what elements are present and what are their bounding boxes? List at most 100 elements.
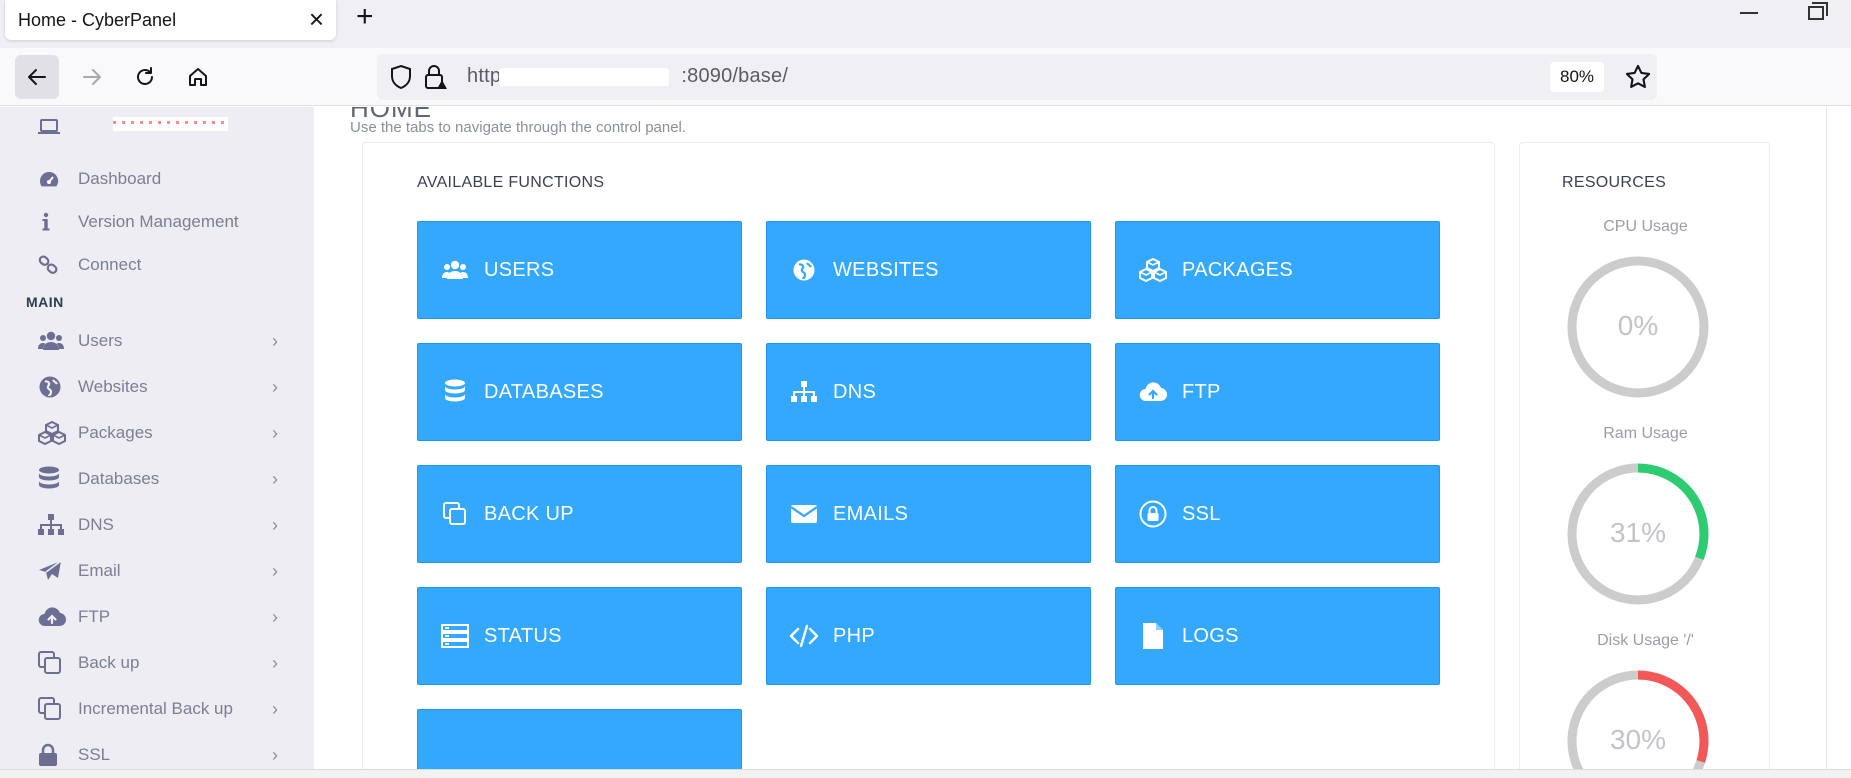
link-icon [38, 254, 66, 276]
function-tile-users[interactable]: USERS [417, 221, 742, 319]
sidebar-item-dashboard[interactable]: Dashboard [38, 159, 278, 199]
status-strip [0, 769, 1851, 778]
tab-close-icon[interactable]: × [309, 6, 324, 32]
users-icon [38, 330, 66, 352]
sidebar-item-databases[interactable]: Databases › [38, 459, 278, 499]
clone-icon [38, 651, 66, 674]
chevron-right-icon: › [272, 745, 278, 765]
function-tile-label: USERS [484, 258, 555, 281]
function-tile-label: BACK UP [484, 502, 574, 525]
sidebar: Dashboard Version Management Connect MAI… [0, 107, 314, 769]
function-tile-ftp[interactable]: FTP [1115, 343, 1440, 441]
sidebar-item-ssl[interactable]: SSL › [38, 735, 278, 769]
chevron-right-icon: › [272, 377, 278, 397]
sidebar-item-websites[interactable]: Websites › [38, 367, 278, 407]
cloud-upload-icon [38, 606, 66, 628]
usage-gauge: 31% [1564, 460, 1712, 608]
sidebar-item-users[interactable]: Users › [38, 321, 278, 361]
reload-button[interactable] [123, 55, 167, 99]
function-tile-status[interactable]: STATUS [417, 587, 742, 685]
clone-icon [440, 499, 470, 529]
function-tile-ssl[interactable]: SSL [1115, 465, 1440, 563]
function-tile-emails[interactable]: EMAILS [766, 465, 1091, 563]
cubes-icon [1138, 255, 1168, 285]
function-tile-websites[interactable]: WEBSITES [766, 221, 1091, 319]
laptop-icon [38, 116, 66, 138]
function-tile-databases[interactable]: DATABASES [417, 343, 742, 441]
function-tile-label: STATUS [484, 624, 562, 647]
window-minimize-icon[interactable] [1740, 12, 1758, 14]
sidebar-item-version-management[interactable]: Version Management [38, 202, 278, 242]
reload-icon [137, 67, 153, 85]
sidebar-item-email[interactable]: Email › [38, 551, 278, 591]
chevron-right-icon: › [272, 331, 278, 351]
chevron-right-icon: › [272, 561, 278, 581]
function-tile-php[interactable]: PHP [766, 587, 1091, 685]
arrow-right-icon [83, 69, 101, 85]
function-tile-dns[interactable]: DNS [766, 343, 1091, 441]
tab-title: Home - CyberPanel [18, 9, 177, 30]
bookmark-star-icon[interactable] [1624, 63, 1652, 91]
function-tile-label: SSL [1182, 502, 1221, 525]
chevron-right-icon: › [272, 699, 278, 719]
function-tile-logs[interactable]: LOGS [1115, 587, 1440, 685]
sidebar-item-ftp[interactable]: FTP › [38, 597, 278, 637]
sidebar-item-label: Email [78, 561, 121, 580]
function-tile-packages[interactable]: PACKAGES [1115, 221, 1440, 319]
zoom-level-badge[interactable]: 80% [1550, 62, 1604, 92]
globe-icon [38, 376, 66, 398]
lock-icon [38, 743, 66, 766]
url-redaction [499, 68, 669, 86]
sitemap-icon [38, 514, 66, 536]
sitemap-icon [789, 377, 819, 407]
url-bar[interactable]: https:8090/base/ 80% [377, 54, 1657, 100]
home-icon [189, 68, 207, 86]
page-scrollbar[interactable] [1826, 107, 1851, 769]
resources-title: RESOURCES [1562, 174, 1667, 191]
database-icon [38, 466, 66, 490]
sidebar-item-label: Users [78, 331, 123, 350]
window-restore-icon[interactable] [1808, 2, 1828, 20]
function-tile-label: PACKAGES [1182, 258, 1293, 281]
browser-tab[interactable]: Home - CyberPanel × [5, 0, 336, 40]
username-redaction [113, 117, 228, 131]
sidebar-item-dns[interactable]: DNS › [38, 505, 278, 545]
sidebar-item-label: DNS [78, 515, 114, 534]
function-tile-label: LOGS [1182, 624, 1239, 647]
function-tile-label: EMAILS [833, 502, 909, 525]
sidebar-item-incremental-back-up[interactable]: Incremental Back up › [38, 689, 278, 729]
sidebar-item-label: Dashboard [78, 169, 162, 188]
back-button[interactable] [15, 55, 59, 99]
browser-navbar: https:8090/base/ 80% [0, 48, 1851, 106]
forward-button[interactable] [70, 55, 114, 99]
browser-tabbar: Home - CyberPanel × + [0, 0, 1851, 48]
sidebar-item-packages[interactable]: Packages › [38, 413, 278, 453]
insecure-lock-icon[interactable] [423, 63, 449, 91]
envelope-icon [789, 499, 819, 529]
sidebar-item-connect[interactable]: Connect [38, 245, 278, 285]
function-tile-partial[interactable] [417, 709, 742, 769]
sidebar-user[interactable] [38, 107, 278, 147]
sidebar-item-label: FTP [78, 607, 111, 626]
new-tab-plus-icon[interactable]: + [356, 2, 374, 32]
gauge-label: Disk Usage '/' [1597, 632, 1694, 649]
resources-panel: RESOURCES CPU Usage 0% Ram Usage 31% Disk Us… [1519, 142, 1770, 769]
info-icon [38, 211, 66, 233]
shield-icon[interactable] [389, 64, 413, 90]
chevron-right-icon: › [272, 423, 278, 443]
code-icon [789, 621, 819, 651]
chevron-right-icon: › [272, 515, 278, 535]
function-tile-label: PHP [833, 624, 876, 647]
sidebar-item-back-up[interactable]: Back up › [38, 643, 278, 683]
chevron-right-icon: › [272, 653, 278, 673]
lock-icon [1138, 499, 1168, 529]
gauge-label: Ram Usage [1603, 425, 1688, 442]
function-tile-label: DATABASES [484, 380, 604, 403]
gauge-label: CPU Usage [1603, 218, 1688, 235]
chevron-right-icon: › [272, 607, 278, 627]
file-icon [1138, 621, 1168, 651]
page-viewport: Dashboard Version Management Connect MAI… [0, 107, 1826, 769]
cubes-icon [38, 421, 66, 445]
home-button[interactable] [176, 55, 220, 99]
function-tile-back-up[interactable]: BACK UP [417, 465, 742, 563]
